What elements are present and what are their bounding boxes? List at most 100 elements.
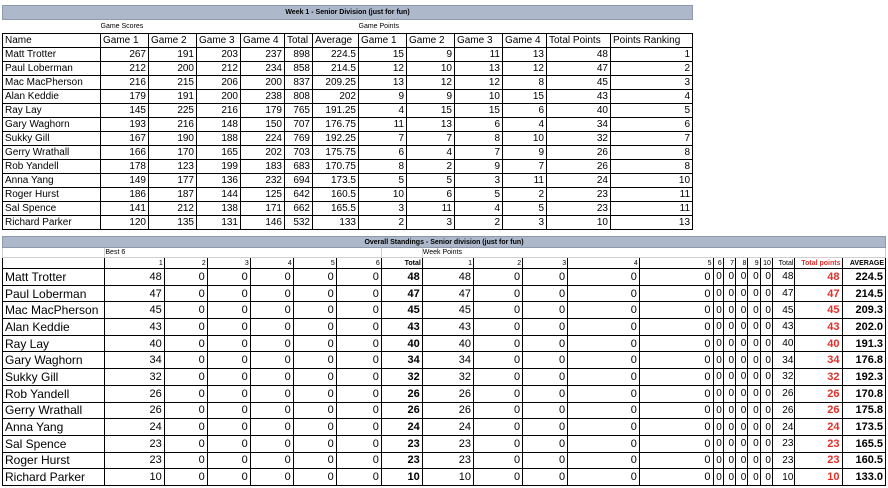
- points-cell: 34: [380, 351, 423, 370]
- score-cell: 9: [502, 145, 547, 160]
- score-cell: 34: [546, 117, 611, 132]
- player-name-cell: Ray Lay: [2, 103, 101, 118]
- points-cell: 40: [380, 334, 423, 353]
- points-cell: 0: [735, 418, 749, 436]
- score-cell: 216: [100, 75, 149, 90]
- points-cell: 0: [206, 268, 251, 286]
- score-cell: 23: [546, 187, 611, 202]
- score-cell: 13: [502, 47, 547, 62]
- table-row: Gerry Wrathall 26 0 0 0 0 0 26 26 0 0 0 0 0 0 0 0 0 26 26 17…: [1, 401, 887, 420]
- score-cell: 6: [502, 103, 547, 118]
- points-cell: 26: [104, 401, 165, 420]
- points-cell: 0: [522, 434, 569, 453]
- score-cell: 6: [609, 117, 694, 132]
- points-cell: 0: [335, 301, 382, 320]
- points-cell: 0: [712, 434, 724, 453]
- points-cell: 0: [292, 318, 337, 336]
- points-cell: 0: [722, 468, 737, 486]
- score-cell: 267: [100, 47, 149, 62]
- table-row: Rob Yandell 178 123 199 183 683 170.75 8 2 9 7 26 8: [2, 159, 694, 174]
- score-cell: 234: [240, 61, 285, 76]
- points-cell: 175.8: [841, 401, 887, 420]
- score-cell: 237: [240, 47, 285, 62]
- score-cell: 7: [609, 131, 694, 146]
- points-cell: 191.3: [841, 334, 887, 353]
- score-cell: 13: [454, 61, 503, 76]
- score-cell: 11: [454, 47, 503, 62]
- points-cell: 0: [335, 434, 382, 453]
- score-cell: 3: [358, 201, 407, 216]
- header-cell: Game 4: [502, 33, 547, 48]
- points-cell: 0: [249, 268, 294, 286]
- player-name-cell: Mac MacPherson: [1, 301, 106, 320]
- score-cell: 12: [502, 61, 547, 76]
- table-row: Gerry Wrathall 166 170 165 202 703 175.75 6 4 7 9 2…: [2, 145, 694, 160]
- score-cell: 642: [284, 187, 313, 202]
- player-name-cell: Anna Yang: [1, 418, 106, 436]
- points-cell: 0: [472, 401, 524, 420]
- points-cell: 0: [722, 451, 737, 470]
- points-cell: 0: [163, 384, 208, 403]
- points-cell: 0: [735, 268, 749, 286]
- score-cell: 232: [240, 173, 285, 188]
- header-cell: 2: [472, 257, 524, 269]
- points-cell: 0: [335, 284, 382, 303]
- score-cell: 202: [312, 89, 359, 104]
- score-cell: 808: [284, 89, 313, 104]
- points-cell: 0: [522, 334, 569, 353]
- points-cell: 45: [421, 301, 474, 320]
- points-cell: 0: [712, 334, 724, 353]
- header-cell: Game 1: [100, 33, 149, 48]
- header-cell: Total: [771, 257, 796, 269]
- points-cell: 0: [472, 418, 524, 436]
- points-cell: 47: [380, 284, 423, 303]
- points-cell: 0: [249, 284, 294, 303]
- points-cell: 176.8: [841, 351, 887, 370]
- table-row: Anna Yang 24 0 0 0 0 0 24 24 0 0 0 0 0 0 0 0 0 24 24 173.5: [1, 418, 887, 436]
- points-cell: 43: [421, 318, 474, 336]
- score-cell: 48: [546, 47, 611, 62]
- points-cell: 0: [249, 434, 294, 453]
- header-cell: Game 3: [454, 33, 503, 48]
- points-cell: 0: [567, 451, 640, 470]
- points-cell: 0: [206, 351, 251, 370]
- score-cell: 148: [196, 117, 241, 132]
- points-cell: 0: [292, 368, 337, 386]
- table-row: Sukky Gill 167 190 188 224 769 192.25 7 7 8 10 32 7: [2, 131, 694, 146]
- points-cell: 23: [421, 434, 474, 453]
- points-cell: 0: [249, 351, 294, 370]
- points-cell: 26: [104, 384, 165, 403]
- points-cell: 0: [567, 368, 640, 386]
- points-cell: 0: [206, 334, 251, 353]
- points-cell: 0: [638, 318, 714, 336]
- points-cell: 43: [771, 318, 796, 336]
- score-cell: 165.5: [312, 201, 359, 216]
- points-cell: 0: [747, 418, 761, 436]
- points-cell: 224.5: [841, 268, 887, 286]
- week-title: Week 1 - Senior Division (just for fun): [1, 5, 694, 20]
- points-cell: 0: [292, 301, 337, 320]
- points-cell: 0: [163, 301, 208, 320]
- points-cell: 0: [638, 468, 714, 486]
- score-cell: 24: [546, 173, 611, 188]
- points-cell: 0: [759, 418, 773, 436]
- points-cell: 0: [522, 451, 569, 470]
- points-cell: 0: [722, 351, 737, 370]
- points-cell: 0: [163, 334, 208, 353]
- header-cell: [1, 257, 106, 269]
- points-cell: 0: [735, 384, 749, 403]
- points-cell: 32: [380, 368, 423, 386]
- player-name-cell: Gary Waghorn: [1, 351, 106, 370]
- points-cell: 0: [759, 318, 773, 336]
- points-cell: 0: [722, 368, 737, 386]
- points-cell: 0: [206, 384, 251, 403]
- points-cell: 0: [206, 301, 251, 320]
- points-cell: 0: [163, 401, 208, 420]
- score-cell: 146: [240, 215, 285, 230]
- points-cell: 0: [249, 451, 294, 470]
- points-cell: 0: [712, 401, 724, 420]
- header-cell: 1: [104, 257, 165, 269]
- points-cell: 47: [794, 284, 843, 303]
- points-cell: 209.3: [841, 301, 887, 320]
- points-cell: 0: [522, 268, 569, 286]
